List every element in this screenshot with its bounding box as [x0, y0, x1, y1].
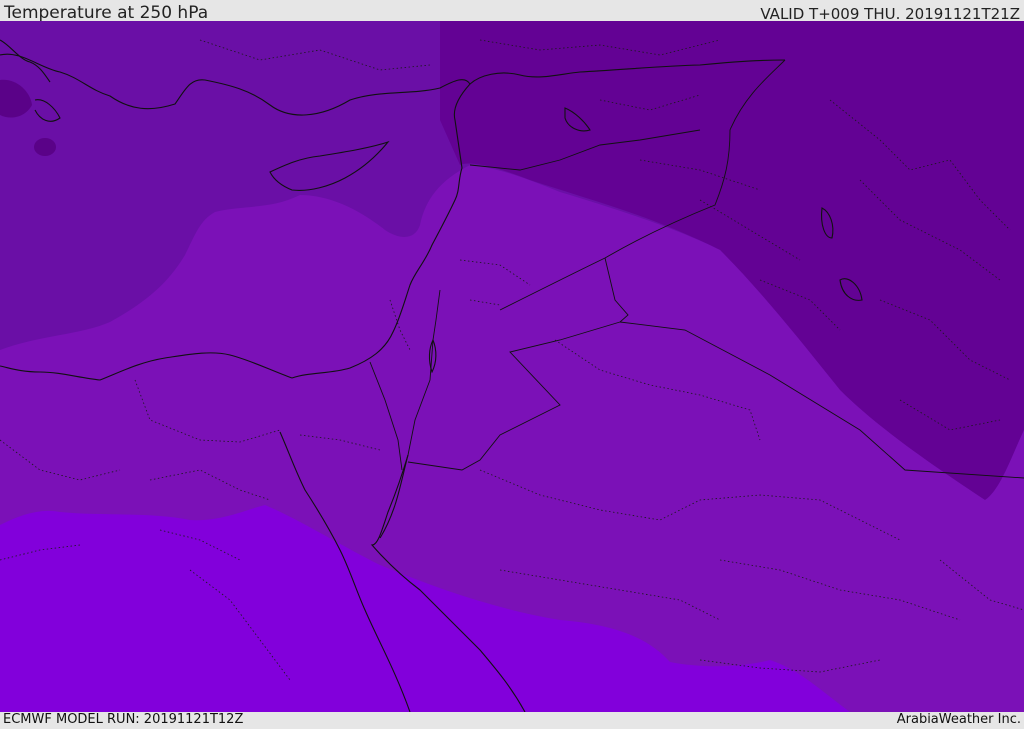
credit-label: ArabiaWeather Inc. — [896, 712, 1021, 727]
header-bar: Temperature at 250 hPa VALID T+009 THU. … — [0, 0, 1024, 23]
temperature-map — [0, 21, 1024, 712]
map-area[interactable] — [0, 21, 1024, 712]
temperature-blob-crete — [34, 138, 56, 156]
map-title: Temperature at 250 hPa — [4, 3, 209, 23]
footer-bar: ECMWF MODEL RUN: 20191121T12Z ArabiaWeat… — [0, 712, 1024, 729]
model-run-label: ECMWF MODEL RUN: 20191121T12Z — [3, 712, 244, 727]
